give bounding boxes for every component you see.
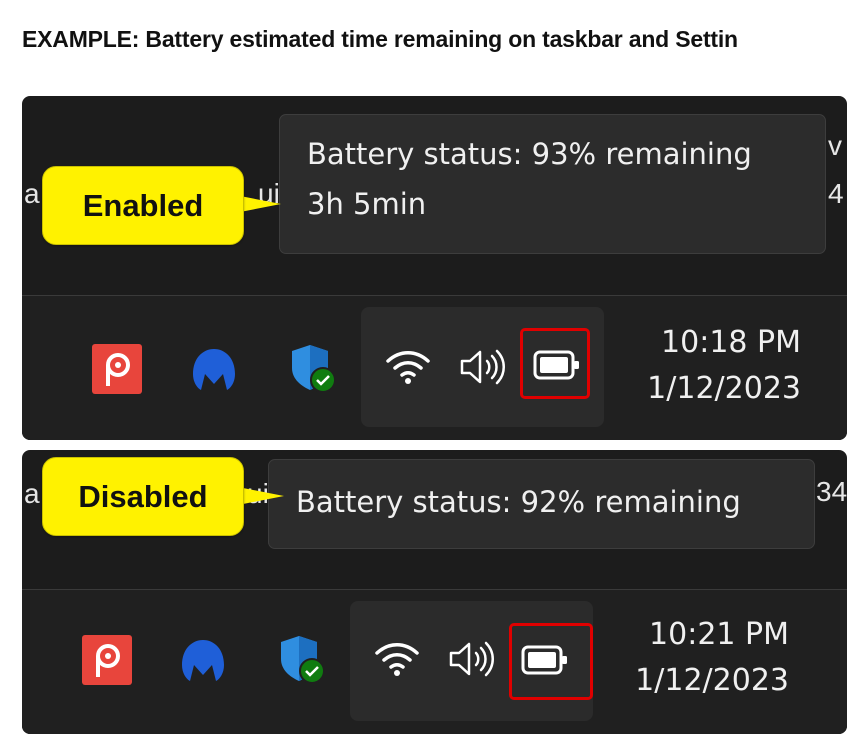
system-tray[interactable] [350,601,593,721]
taskbar-clock[interactable]: 10:18 PM 1/12/2023 [647,320,801,412]
clock-time: 10:18 PM [661,325,801,360]
screenshot-enabled: a uil v 4 Battery status: 93% remaining … [22,96,847,440]
windows-security-icon[interactable] [277,633,327,684]
background-text-fragment: a [24,478,40,509]
enabled-callout: Enabled [42,166,244,245]
volume-icon[interactable] [459,347,509,392]
volume-icon[interactable] [448,639,498,684]
battery-tooltip: Battery status: 93% remaining 3h 5min [279,114,826,254]
disabled-callout: Disabled [42,457,244,536]
clock-date: 1/12/2023 [647,371,801,406]
tooltip-status-line: Battery status: 93% remaining [307,137,752,171]
malwarebytes-icon[interactable] [178,635,228,685]
battery-tooltip: Battery status: 92% remaining [268,459,815,549]
battery-icon[interactable] [521,645,569,680]
background-text-fragment: 34 [816,476,847,507]
background-text-fragment: a [24,178,40,209]
clock-time: 10:21 PM [649,617,789,652]
windows-security-icon[interactable] [288,342,338,393]
pushbullet-icon[interactable] [82,635,132,685]
page-heading: EXAMPLE: Battery estimated time remainin… [22,26,738,52]
battery-icon[interactable] [533,350,581,385]
tooltip-time-remaining: 3h 5min [307,187,427,221]
callout-pointer [238,487,284,505]
screenshot-disabled: a ui 34 Battery status: 92% remaining Di… [22,450,847,734]
pushbullet-icon[interactable] [92,344,142,394]
wifi-icon[interactable] [373,639,421,682]
wifi-icon[interactable] [384,347,432,390]
taskbar: 10:21 PM 1/12/2023 [22,589,847,734]
background-text-fragment: v [828,130,842,161]
tooltip-status-line: Battery status: 92% remaining [296,485,741,519]
taskbar: 10:18 PM 1/12/2023 [22,295,847,440]
system-tray[interactable] [361,307,604,427]
taskbar-clock[interactable]: 10:21 PM 1/12/2023 [635,612,789,704]
clock-date: 1/12/2023 [635,663,789,698]
background-text-fragment: 4 [828,178,844,209]
malwarebytes-icon[interactable] [189,344,239,394]
